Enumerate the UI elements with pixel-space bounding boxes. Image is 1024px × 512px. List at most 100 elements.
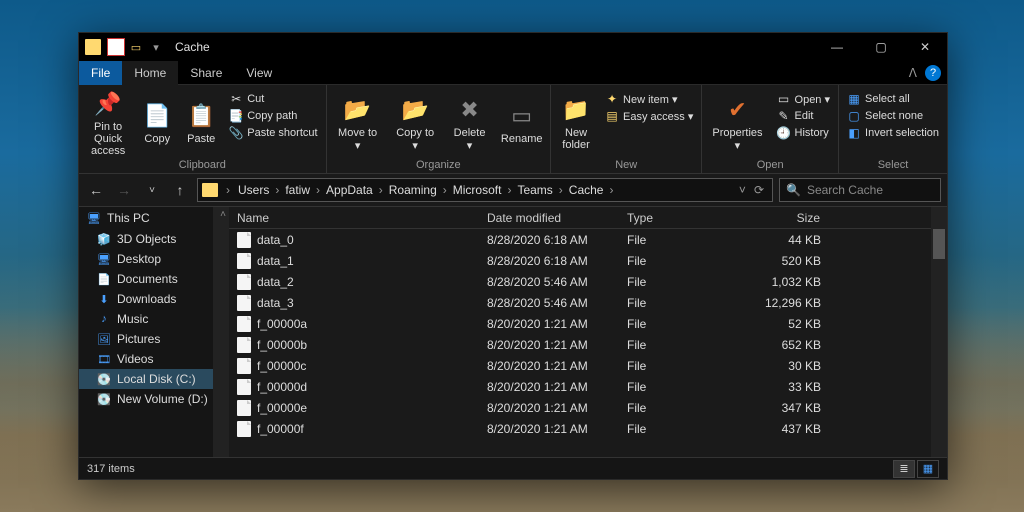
- file-row[interactable]: f_00000d8/20/2020 1:21 AMFile33 KB: [229, 376, 947, 397]
- chevron-right-icon[interactable]: ›: [314, 183, 322, 197]
- recent-locations-button[interactable]: ˅: [141, 179, 163, 201]
- breadcrumb-segment[interactable]: Microsoft: [449, 183, 506, 197]
- navigation-pane[interactable]: 🖥 This PC 🧊3D Objects🖥Desktop📄Documents⬇…: [79, 207, 229, 457]
- edit-button[interactable]: ✎Edit: [773, 108, 835, 124]
- delete-button[interactable]: ✖Delete ▾: [446, 87, 494, 159]
- file-row[interactable]: data_38/28/2020 5:46 AMFile12,296 KB: [229, 292, 947, 313]
- main-scrollbar[interactable]: [931, 207, 947, 457]
- chevron-right-icon[interactable]: ›: [557, 183, 565, 197]
- file-size: 44 KB: [739, 233, 829, 247]
- maximize-button[interactable]: ▢: [859, 33, 903, 61]
- chevron-right-icon[interactable]: ›: [377, 183, 385, 197]
- sidebar-item[interactable]: 📄Documents: [79, 269, 229, 289]
- move-to-button[interactable]: 📂Move to ▾: [331, 87, 385, 159]
- sidebar-item[interactable]: 🖼Pictures: [79, 329, 229, 349]
- qat-dropdown-icon[interactable]: ▾: [147, 38, 165, 56]
- col-date[interactable]: Date modified: [479, 211, 619, 225]
- tiles-view-button[interactable]: ▦: [917, 460, 939, 478]
- file-size: 33 KB: [739, 380, 829, 394]
- breadcrumb-segment[interactable]: fatiw: [281, 183, 314, 197]
- col-size[interactable]: Size: [739, 211, 829, 225]
- sidebar-item[interactable]: 🧊3D Objects: [79, 229, 229, 249]
- invert-selection-button[interactable]: ◧Invert selection: [843, 125, 943, 141]
- sidebar-item[interactable]: 💽New Volume (D:): [79, 389, 229, 409]
- open-button[interactable]: ▭Open ▾: [773, 91, 835, 107]
- copy-to-button[interactable]: 📂Copy to ▾: [389, 87, 442, 159]
- chevron-up-icon[interactable]: ˄: [220, 209, 226, 220]
- sidebar-scrollbar[interactable]: ˄: [213, 207, 229, 457]
- breadcrumb-segment[interactable]: AppData: [322, 183, 377, 197]
- tab-file[interactable]: File: [79, 61, 122, 85]
- column-headers[interactable]: Name Date modified Type Size: [229, 207, 947, 229]
- chevron-right-icon[interactable]: ›: [441, 183, 449, 197]
- edit-icon: ✎: [777, 109, 791, 123]
- col-type[interactable]: Type: [619, 211, 739, 225]
- breadcrumb-segment[interactable]: Roaming: [385, 183, 441, 197]
- refresh-icon[interactable]: ⟳: [754, 183, 764, 197]
- rename-button[interactable]: ▭Rename: [497, 87, 546, 159]
- copy-path-button[interactable]: 📑Copy path: [225, 108, 321, 124]
- select-none-button[interactable]: ▢Select none: [843, 108, 943, 124]
- cut-button[interactable]: ✂Cut: [225, 91, 321, 107]
- file-icon: [237, 379, 251, 395]
- file-row[interactable]: data_18/28/2020 6:18 AMFile520 KB: [229, 250, 947, 271]
- select-all-button[interactable]: ▦Select all: [843, 91, 943, 107]
- sidebar-item-label: Pictures: [117, 332, 160, 346]
- scrollbar-thumb[interactable]: [933, 229, 945, 259]
- search-input[interactable]: 🔍 Search Cache: [779, 178, 941, 202]
- paste-shortcut-button[interactable]: 📎Paste shortcut: [225, 125, 321, 141]
- ribbon-collapse-icon[interactable]: ᐱ: [901, 66, 925, 80]
- sidebar-item[interactable]: 🎞Videos: [79, 349, 229, 369]
- copy-button[interactable]: 📄Copy: [137, 87, 177, 159]
- chevron-right-icon[interactable]: ›: [607, 183, 615, 197]
- breadcrumb[interactable]: › Users›fatiw›AppData›Roaming›Microsoft›…: [197, 178, 773, 202]
- new-item-button[interactable]: ✦New item ▾: [601, 91, 697, 107]
- sidebar-item[interactable]: ♪Music: [79, 309, 229, 329]
- file-row[interactable]: f_00000f8/20/2020 1:21 AMFile437 KB: [229, 418, 947, 439]
- details-view-button[interactable]: ≣: [893, 460, 915, 478]
- easy-access-button[interactable]: ▤Easy access ▾: [601, 108, 697, 124]
- properties-button[interactable]: ✔Properties ▾: [706, 87, 768, 159]
- forward-button[interactable]: →: [113, 179, 135, 201]
- file-row[interactable]: f_00000a8/20/2020 1:21 AMFile52 KB: [229, 313, 947, 334]
- file-row[interactable]: f_00000c8/20/2020 1:21 AMFile30 KB: [229, 355, 947, 376]
- file-name: f_00000c: [257, 359, 306, 373]
- chevron-right-icon[interactable]: ›: [224, 183, 232, 197]
- file-icon: [237, 316, 251, 332]
- sidebar-item[interactable]: 🖥Desktop: [79, 249, 229, 269]
- up-button[interactable]: ↑: [169, 179, 191, 201]
- sidebar-item-icon: 🖥: [97, 252, 111, 266]
- paste-button[interactable]: 📋Paste: [181, 87, 221, 159]
- tab-home[interactable]: Home: [122, 61, 178, 85]
- qat-newfolder-icon[interactable]: ▭: [127, 38, 145, 56]
- breadcrumb-segment[interactable]: Users: [234, 183, 273, 197]
- close-button[interactable]: ✕: [903, 33, 947, 61]
- tab-share[interactable]: Share: [178, 61, 234, 85]
- minimize-button[interactable]: —: [815, 33, 859, 61]
- breadcrumb-segment[interactable]: Cache: [565, 183, 608, 197]
- file-date: 8/28/2020 5:46 AM: [479, 296, 619, 310]
- file-row[interactable]: data_28/28/2020 5:46 AMFile1,032 KB: [229, 271, 947, 292]
- file-row[interactable]: data_08/28/2020 6:18 AMFile44 KB: [229, 229, 947, 250]
- col-name[interactable]: Name: [229, 211, 479, 225]
- file-row[interactable]: f_00000e8/20/2020 1:21 AMFile347 KB: [229, 397, 947, 418]
- sidebar-item[interactable]: 💽Local Disk (C:): [79, 369, 229, 389]
- back-button[interactable]: ←: [85, 179, 107, 201]
- file-type: File: [619, 338, 739, 352]
- breadcrumb-segment[interactable]: Teams: [513, 183, 556, 197]
- sidebar-this-pc[interactable]: 🖥 This PC: [79, 207, 229, 229]
- chevron-down-icon[interactable]: ˅: [739, 183, 746, 197]
- sidebar-item[interactable]: ⬇Downloads: [79, 289, 229, 309]
- pin-quick-access-button[interactable]: 📌Pin to Quick access: [83, 87, 133, 159]
- file-type: File: [619, 275, 739, 289]
- titlebar[interactable]: ▭ ▾ Cache — ▢ ✕: [79, 33, 947, 61]
- open-icon: ▭: [777, 92, 791, 106]
- new-folder-button[interactable]: 📁New folder: [555, 87, 597, 159]
- history-button[interactable]: 🕘History: [773, 125, 835, 141]
- tab-view[interactable]: View: [234, 61, 284, 85]
- qat-properties-icon[interactable]: [107, 38, 125, 56]
- file-icon: [237, 421, 251, 437]
- file-row[interactable]: f_00000b8/20/2020 1:21 AMFile652 KB: [229, 334, 947, 355]
- help-icon[interactable]: ?: [925, 65, 941, 81]
- file-date: 8/28/2020 6:18 AM: [479, 254, 619, 268]
